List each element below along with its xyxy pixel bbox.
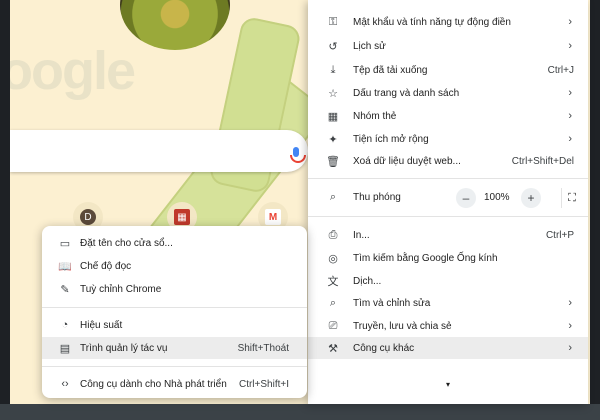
menu-item-tab-groups[interactable]: ▦ Nhóm thẻ › bbox=[308, 105, 588, 127]
key-icon: ⚿ bbox=[328, 15, 338, 28]
shortcut-text: Ctrl+P bbox=[545, 229, 574, 241]
print-icon: ⎙ bbox=[328, 228, 338, 241]
translate-icon: 文 bbox=[327, 276, 339, 288]
reading-mode-icon: 📖 bbox=[58, 260, 72, 273]
pencil-icon: ✎ bbox=[60, 283, 70, 296]
submenu-item-name-window[interactable]: ▭ Đặt tên cho cửa sổ... bbox=[42, 232, 307, 254]
extensions-icon: ✦ bbox=[328, 133, 338, 146]
zoom-icon: ⌕ bbox=[329, 191, 337, 203]
microphone-icon[interactable] bbox=[290, 147, 306, 163]
menu-item-label: Xoá dữ liệu duyệt web... bbox=[353, 155, 461, 167]
menu-item-bookmarks[interactable]: ☆ Dấu trang và danh sách › bbox=[308, 82, 588, 104]
performance-icon: ◔ bbox=[61, 319, 69, 331]
submenu-item-label: Chế độ đọc bbox=[80, 260, 132, 272]
cast-icon: ⎚ bbox=[328, 319, 338, 332]
frame-edge-left bbox=[0, 0, 10, 420]
chevron-right-icon: › bbox=[568, 110, 572, 122]
menu-item-label: In... bbox=[353, 229, 370, 241]
menu-item-print[interactable]: ⎙ In... Ctrl+P bbox=[308, 224, 588, 246]
zoom-row: ⌕ Thu phóng – 100% + ⛶ bbox=[308, 186, 588, 210]
menu-item-label: Dịch... bbox=[353, 275, 382, 287]
submenu-item-developer-tools[interactable]: ‹› Công cụ dành cho Nhà phát triển Ctrl+… bbox=[42, 373, 307, 395]
submenu-divider bbox=[42, 307, 307, 308]
menu-item-label: Lịch sử bbox=[353, 40, 386, 52]
scroll-down-arrow-icon[interactable]: ▾ bbox=[446, 380, 450, 389]
menu-item-label: Tiện ích mở rộng bbox=[353, 133, 429, 145]
menu-item-google-lens[interactable]: ◎ Tìm kiếm bằng Google Ống kính bbox=[308, 247, 588, 269]
submenu-item-customize-chrome[interactable]: ✎ Tuỳ chỉnh Chrome bbox=[42, 278, 307, 300]
chevron-right-icon: › bbox=[568, 320, 572, 332]
search-box[interactable] bbox=[10, 130, 308, 172]
zoom-value: 100% bbox=[484, 192, 510, 203]
menu-item-passwords[interactable]: ⚿ Mật khẩu và tính năng tự động điền › bbox=[308, 11, 588, 33]
submenu-item-label: Tuỳ chỉnh Chrome bbox=[80, 283, 162, 295]
chevron-right-icon: › bbox=[568, 297, 572, 309]
zoom-label: Thu phóng bbox=[353, 192, 401, 203]
tab-groups-icon: ▦ bbox=[327, 110, 339, 123]
chevron-right-icon: › bbox=[568, 87, 572, 99]
trash-icon: 🗑 bbox=[326, 155, 340, 168]
submenu-item-label: Hiệu suất bbox=[80, 319, 123, 331]
chrome-menu: ⚿ Mật khẩu và tính năng tự động điền › ↺… bbox=[308, 0, 588, 404]
zoom-out-button[interactable]: – bbox=[456, 188, 476, 208]
submenu-divider bbox=[42, 366, 307, 367]
menu-item-label: Dấu trang và danh sách bbox=[353, 87, 460, 99]
menu-item-label: Tìm và chỉnh sửa bbox=[353, 297, 431, 309]
chevron-right-icon: › bbox=[568, 133, 572, 145]
menu-item-label: Mật khẩu và tính năng tự động điền bbox=[353, 16, 511, 28]
shortcut-text: Ctrl+J bbox=[547, 64, 574, 76]
submenu-item-task-manager[interactable]: ▤ Trình quản lý tác vụ Shift+Thoát bbox=[42, 337, 307, 359]
gmail-icon: M bbox=[265, 209, 281, 225]
chevron-right-icon: › bbox=[568, 342, 572, 354]
shortcut-text: Ctrl+Shift+I bbox=[238, 378, 289, 390]
zoom-in-button[interactable]: + bbox=[521, 188, 541, 208]
menu-item-cast-save-share[interactable]: ⎚ Truyền, lưu và chia sẻ › bbox=[308, 315, 588, 337]
menu-item-downloads[interactable]: ⤓ Tệp đã tải xuống Ctrl+J bbox=[308, 59, 588, 81]
star-icon: ☆ bbox=[328, 87, 338, 100]
shortcut-favicon: ▦ bbox=[174, 209, 190, 225]
devtools-icon: ‹› bbox=[61, 378, 69, 390]
frame-edge-right bbox=[590, 0, 600, 420]
window-name-icon: ▭ bbox=[59, 237, 71, 250]
menu-item-clear-data[interactable]: 🗑 Xoá dữ liệu duyệt web... Ctrl+Shift+De… bbox=[308, 150, 588, 172]
menu-item-history[interactable]: ↺ Lịch sử › bbox=[308, 35, 588, 57]
submenu-item-label: Đặt tên cho cửa sổ... bbox=[80, 237, 173, 249]
menu-item-label: Truyền, lưu và chia sẻ bbox=[353, 320, 452, 332]
submenu-item-label: Trình quản lý tác vụ bbox=[80, 342, 168, 354]
menu-item-label: Tệp đã tải xuống bbox=[353, 64, 428, 76]
more-tools-submenu: ▭ Đặt tên cho cửa sổ... 📖 Chế độ đọc ✎ T… bbox=[42, 226, 307, 398]
chevron-right-icon: › bbox=[568, 16, 572, 28]
submenu-item-performance[interactable]: ◔ Hiệu suất bbox=[42, 314, 307, 336]
menu-item-more-tools[interactable]: ⚒ Công cụ khác › bbox=[308, 337, 588, 359]
find-edit-icon: ⌕ bbox=[329, 296, 337, 309]
menu-item-label: Nhóm thẻ bbox=[353, 110, 397, 122]
doodle-kiwi bbox=[120, 0, 230, 50]
task-manager-icon: ▤ bbox=[59, 342, 71, 355]
submenu-item-label: Công cụ dành cho Nhà phát triển bbox=[80, 378, 227, 390]
shortcut-text: Shift+Thoát bbox=[237, 342, 289, 354]
screenshot-frame: oogle D ▦ M ⚿ Mật khẩu và tính năng tự đ… bbox=[0, 0, 600, 420]
menu-item-translate[interactable]: 文 Dịch... bbox=[308, 270, 588, 292]
menu-item-label: Công cụ khác bbox=[353, 342, 415, 354]
shortcut-favicon: D bbox=[80, 209, 96, 225]
shortcut-text: Ctrl+Shift+Del bbox=[511, 155, 574, 167]
menu-item-extensions[interactable]: ✦ Tiện ích mở rộng › bbox=[308, 128, 588, 150]
google-logo: oogle bbox=[10, 41, 136, 101]
menu-divider bbox=[308, 178, 588, 179]
menu-item-find-edit[interactable]: ⌕ Tìm và chỉnh sửa › bbox=[308, 292, 588, 314]
chevron-right-icon: › bbox=[568, 40, 572, 52]
google-lens-icon: ◎ bbox=[328, 252, 338, 265]
fullscreen-icon[interactable]: ⛶ bbox=[561, 188, 582, 208]
history-icon: ↺ bbox=[328, 40, 338, 53]
menu-divider bbox=[308, 216, 588, 217]
submenu-item-reading-mode[interactable]: 📖 Chế độ đọc bbox=[42, 255, 307, 277]
frame-edge-bottom bbox=[0, 404, 600, 420]
menu-item-label: Tìm kiếm bằng Google Ống kính bbox=[353, 252, 498, 264]
toolbox-icon: ⚒ bbox=[328, 342, 338, 355]
download-icon: ⤓ bbox=[330, 63, 336, 76]
